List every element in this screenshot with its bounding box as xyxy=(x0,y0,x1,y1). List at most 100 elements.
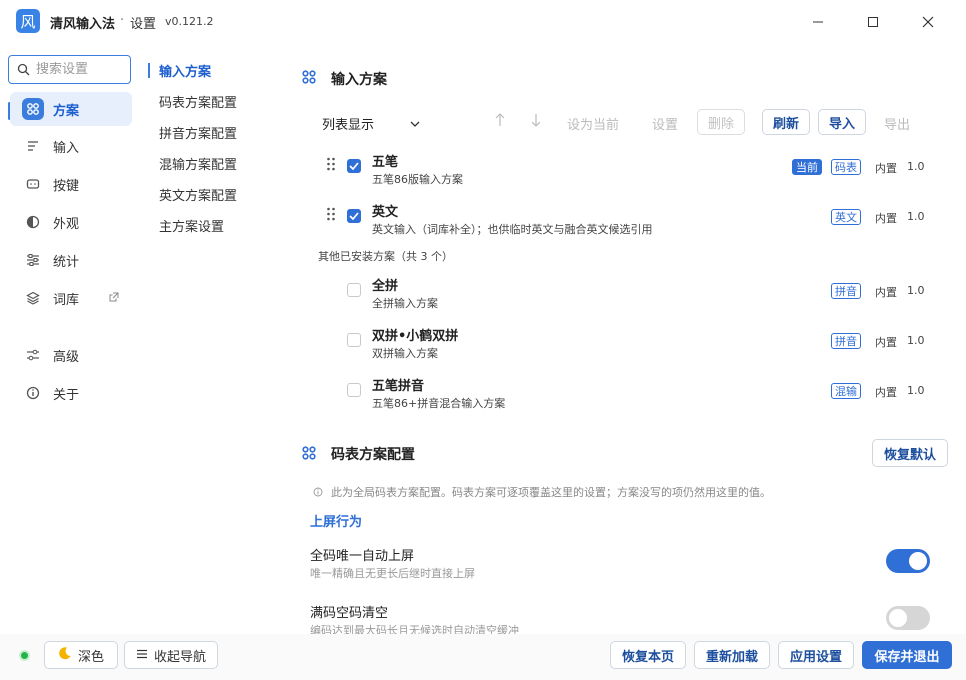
section-title: 输入方案 xyxy=(331,72,387,88)
sidebar-item-about[interactable]: 关于 xyxy=(10,376,132,410)
setting-title: 全码唯一自动上屏 xyxy=(310,549,415,564)
scheme-checkbox[interactable] xyxy=(347,283,361,297)
minimize-button[interactable] xyxy=(802,8,834,36)
subnav-active-indicator xyxy=(148,63,150,78)
sidebar-item-label: 高级 xyxy=(53,349,80,365)
save-and-exit-button[interactable]: 保存并退出 xyxy=(862,641,952,669)
scheme-description: 全拼输入方案 xyxy=(372,297,438,310)
delete-button[interactable]: 删除 xyxy=(697,109,745,135)
grid-icon xyxy=(22,98,44,120)
drag-handle-icon[interactable] xyxy=(326,157,336,175)
info-note-text: 此为全局码表方案配置。码表方案可逐项覆盖这里的设置；方案没写的项仍然用这里的值。 xyxy=(331,486,771,499)
app-version: v0.121.2 xyxy=(165,15,214,28)
subnav-main-scheme[interactable]: 主方案设置 xyxy=(159,216,224,235)
type-badge: 英文 xyxy=(831,209,861,225)
search-icon xyxy=(17,63,30,76)
app-title: 清风输入法 xyxy=(50,17,116,32)
refresh-button[interactable]: 刷新 xyxy=(762,109,810,135)
scheme-checkbox[interactable] xyxy=(347,159,361,173)
scheme-description: 五笔86+拼音混合输入方案 xyxy=(372,397,506,410)
scheme-settings-button[interactable]: 设置 xyxy=(652,114,678,133)
subnav-pinyin-config[interactable]: 拼音方案配置 xyxy=(159,123,237,142)
current-badge: 当前 xyxy=(792,159,822,175)
builtin-label: 内置 xyxy=(875,286,897,299)
scheme-description: 英文输入（词库补全）；也供临时英文与融合英文候选引用 xyxy=(372,223,653,236)
sidebar-item-label: 外观 xyxy=(53,216,80,232)
subnav-mixed-config[interactable]: 混输方案配置 xyxy=(159,154,237,173)
scheme-checkbox[interactable] xyxy=(347,333,361,347)
dark-mode-button[interactable]: 深色 xyxy=(44,641,118,669)
view-mode-select[interactable]: 列表显示 xyxy=(322,114,432,133)
search-input[interactable] xyxy=(36,62,124,77)
bottom-bar: 深色 收起导航 恢复本页 重新加载 应用设置 保存并退出 xyxy=(0,634,966,680)
scheme-title: 英文 xyxy=(372,205,399,220)
collapse-nav-button[interactable]: 收起导航 xyxy=(124,641,218,669)
scheme-row[interactable]: 英文 英文输入（词库补全）；也供临时英文与融合英文候选引用 英文 内置 1.0 xyxy=(310,197,940,243)
sliders-icon xyxy=(22,249,44,271)
section-title: 码表方案配置 xyxy=(331,447,415,463)
subnav-english-config[interactable]: 英文方案配置 xyxy=(159,185,237,204)
menu-icon xyxy=(136,648,148,663)
sidebar-item-appearance[interactable]: 外观 xyxy=(10,205,132,239)
apply-settings-button[interactable]: 应用设置 xyxy=(778,641,854,669)
scheme-row[interactable]: 双拼•小鹤双拼 双拼输入方案 拼音 内置 1.0 xyxy=(310,321,940,367)
maximize-icon xyxy=(868,17,878,27)
version-label: 1.0 xyxy=(907,334,925,347)
builtin-label: 内置 xyxy=(875,162,897,175)
sidebar-item-label: 关于 xyxy=(53,387,80,403)
set-current-button[interactable]: 设为当前 xyxy=(567,114,619,133)
drag-handle-icon[interactable] xyxy=(326,207,336,225)
info-icon xyxy=(22,382,44,404)
toggle-knob xyxy=(889,609,907,627)
scheme-checkbox[interactable] xyxy=(347,209,361,223)
version-label: 1.0 xyxy=(907,210,925,223)
setting-title: 满码空码清空 xyxy=(310,606,389,621)
sidebar-item-label: 统计 xyxy=(53,254,80,270)
toggle-knob xyxy=(909,552,927,570)
scheme-title: 全拼 xyxy=(372,279,399,294)
reload-button[interactable]: 重新加载 xyxy=(694,641,770,669)
export-button[interactable]: 导出 xyxy=(884,114,910,133)
sidebar-item-stats[interactable]: 统计 xyxy=(10,243,132,277)
type-badge: 码表 xyxy=(831,159,861,175)
subnav-code-table-config[interactable]: 码表方案配置 xyxy=(159,92,237,111)
search-box[interactable] xyxy=(8,55,131,84)
maximize-button[interactable] xyxy=(857,8,889,36)
arrow-down-icon xyxy=(531,114,541,127)
import-button[interactable]: 导入 xyxy=(818,109,866,135)
window-subtitle: 设置 xyxy=(130,17,157,32)
clear-empty-code-toggle[interactable] xyxy=(886,606,930,630)
version-label: 1.0 xyxy=(907,284,925,297)
move-up-button[interactable] xyxy=(494,112,506,132)
sidebar-item-label: 词库 xyxy=(53,292,80,308)
scheme-description: 五笔86版输入方案 xyxy=(372,173,463,186)
close-icon xyxy=(922,16,934,28)
sidebar-item-keys[interactable]: 按键 xyxy=(10,167,132,201)
scheme-title: 五笔 xyxy=(372,155,399,170)
type-badge: 拼音 xyxy=(831,283,861,299)
sidebar-item-dictionary[interactable]: 词库 xyxy=(10,281,132,315)
restore-default-button[interactable]: 恢复默认 xyxy=(872,439,948,467)
version-label: 1.0 xyxy=(907,160,925,173)
scheme-checkbox[interactable] xyxy=(347,383,361,397)
restore-page-button[interactable]: 恢复本页 xyxy=(610,641,686,669)
close-button[interactable] xyxy=(912,8,944,36)
scheme-row[interactable]: 五笔 五笔86版输入方案 当前 码表 内置 1.0 xyxy=(310,147,940,193)
other-schemes-caption: 其他已安装方案（共 3 个） xyxy=(318,250,453,263)
builtin-label: 内置 xyxy=(875,212,897,225)
sidebar-item-advanced[interactable]: 高级 xyxy=(10,338,132,372)
sidebar-item-input[interactable]: 输入 xyxy=(10,129,132,163)
scheme-row[interactable]: 五笔拼音 五笔86+拼音混合输入方案 混输 内置 1.0 xyxy=(310,371,940,417)
move-down-button[interactable] xyxy=(530,112,542,132)
subnav-input-schemes[interactable]: 输入方案 xyxy=(159,61,211,80)
builtin-label: 内置 xyxy=(875,336,897,349)
scheme-row[interactable]: 全拼 全拼输入方案 拼音 内置 1.0 xyxy=(310,271,940,317)
lines-icon xyxy=(22,135,44,157)
sidebar-item-schemes[interactable]: 方案 xyxy=(10,92,132,126)
check-icon xyxy=(349,212,359,221)
app-logo: 风 xyxy=(16,9,40,33)
scheme-title: 双拼•小鹤双拼 xyxy=(372,329,459,344)
settings-sliders-icon xyxy=(22,344,44,366)
setting-description: 唯一精确且无更长后继时直接上屏 xyxy=(310,567,475,580)
auto-commit-toggle[interactable] xyxy=(886,549,930,573)
